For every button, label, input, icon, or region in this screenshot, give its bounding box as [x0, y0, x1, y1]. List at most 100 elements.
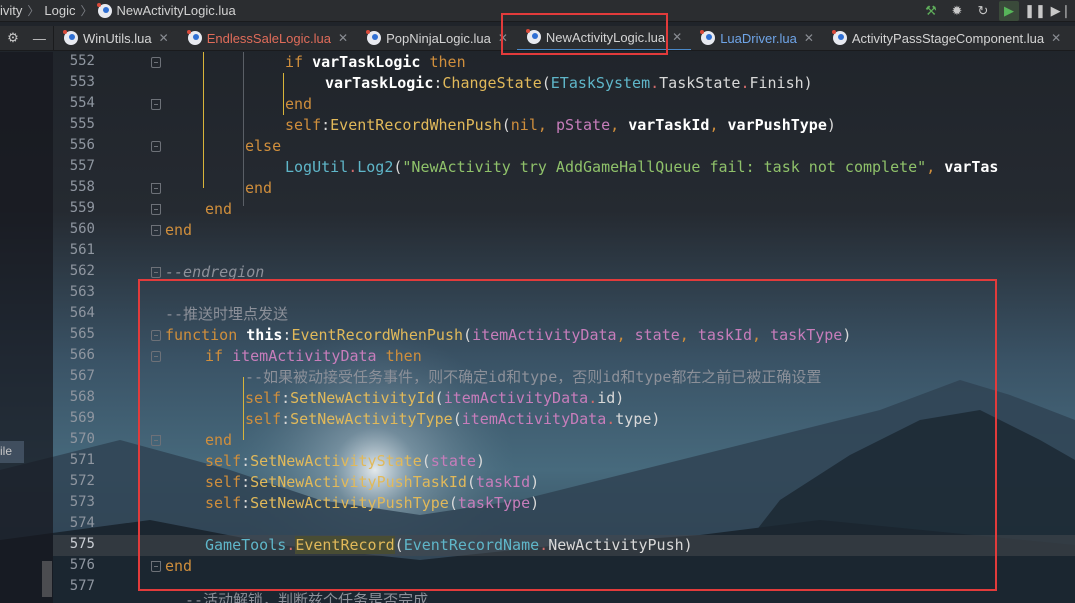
- minimize-icon[interactable]: —: [33, 31, 46, 46]
- token-field: TaskState: [659, 74, 741, 92]
- line-number: 572: [69, 473, 95, 489]
- breadcrumb-item-file[interactable]: NewActivityLogic.lua: [96, 2, 236, 18]
- tab-label: PopNinjaLogic.lua: [386, 30, 491, 46]
- breadcrumb-logic-label: Logic: [44, 3, 76, 18]
- tab-label: WinUtils.lua: [83, 30, 152, 46]
- code-line-554: end: [165, 94, 312, 115]
- token-comma: ,: [926, 158, 945, 176]
- token-punct: :: [321, 116, 331, 134]
- code-line-560: end: [165, 220, 192, 241]
- token-arg: varTaskId: [628, 116, 710, 134]
- token-function: ChangeState: [442, 74, 542, 92]
- breadcrumb-chevron-icon: 〉: [27, 4, 40, 18]
- close-icon[interactable]: ✕: [338, 31, 348, 45]
- left-tool-strip: [0, 52, 53, 603]
- token-variable: varTaskLogic: [312, 53, 421, 71]
- token-dot: .: [650, 74, 660, 92]
- tab-winutils[interactable]: WinUtils.lua ✕: [54, 26, 178, 50]
- fold-marker-icon[interactable]: [151, 57, 161, 68]
- line-number: 565: [69, 326, 95, 342]
- code-line-557: LogUtil.Log2("NewActivity try AddGameHal…: [165, 157, 998, 178]
- tab-label: EndlessSaleLogic.lua: [206, 30, 331, 46]
- line-number: 558: [69, 179, 95, 195]
- close-icon[interactable]: ✕: [1051, 31, 1061, 45]
- line-number: 568: [69, 389, 95, 405]
- line-number: 559: [69, 200, 95, 216]
- tab-popninjalogic[interactable]: PopNinjaLogic.lua ✕: [357, 26, 517, 50]
- token-self: self: [285, 116, 322, 134]
- fold-end-marker-icon[interactable]: [151, 267, 161, 278]
- line-number: 560: [69, 221, 95, 237]
- token-punct: (: [541, 74, 551, 92]
- token-punct: ): [803, 74, 813, 92]
- close-icon[interactable]: ✕: [804, 31, 814, 45]
- line-number: 562: [69, 263, 95, 279]
- token-keyword: end: [245, 179, 273, 197]
- breadcrumb-item-logic[interactable]: Logic: [44, 3, 75, 18]
- token-punct: ): [826, 116, 836, 134]
- token-keyword: end: [205, 200, 233, 218]
- token-keyword: end: [285, 95, 313, 113]
- line-number: 573: [69, 494, 95, 510]
- close-icon[interactable]: ✕: [159, 31, 169, 45]
- annotation-box-active-tab: [501, 13, 668, 55]
- line-number: 571: [69, 452, 95, 468]
- lua-file-icon: [831, 30, 847, 45]
- token-function: EventRecordWhenPush: [330, 116, 502, 134]
- line-number: 576: [69, 557, 95, 573]
- left-panel-scrollbar[interactable]: [42, 561, 52, 597]
- breadcrumb-chevron-icon: 〉: [80, 4, 93, 18]
- fold-marker-icon[interactable]: [151, 141, 161, 152]
- lua-file-icon: [186, 30, 202, 45]
- token-global: ETaskSystem: [550, 74, 651, 92]
- token-comment: --活动解锁，判断兹个任务是否完成: [185, 591, 429, 603]
- line-number: 552: [69, 53, 95, 69]
- line-number: 564: [69, 305, 95, 321]
- step-icon[interactable]: ▶❘: [1051, 1, 1072, 21]
- token-keyword: if: [285, 53, 304, 71]
- close-icon[interactable]: ✕: [672, 30, 682, 44]
- token-comma: ,: [537, 116, 556, 134]
- tab-label: ActivityPassStageComponent.lua: [851, 30, 1045, 46]
- code-line-555: self:EventRecordWhenPush(nil, pState, va…: [165, 115, 836, 136]
- token-arg: pState: [555, 116, 611, 134]
- token-keyword: end: [165, 221, 193, 239]
- fold-end-marker-icon[interactable]: [151, 225, 161, 236]
- tab-overflow[interactable]: A: [1070, 26, 1075, 50]
- line-number: 569: [69, 410, 95, 426]
- line-number: 577: [69, 578, 95, 594]
- code-line-559: end: [165, 199, 232, 220]
- left-panel-selected-label: ile: [0, 444, 13, 458]
- debug-icon[interactable]: ✹: [947, 1, 967, 21]
- attach-icon[interactable]: ↻: [973, 1, 993, 21]
- line-number: 563: [69, 284, 95, 300]
- run-icon[interactable]: ▶: [999, 1, 1019, 21]
- annotation-box-function: [138, 279, 997, 591]
- breadcrumb-file-label: NewActivityLogic.lua: [116, 3, 236, 18]
- run-toolbar: ⚒ ✹ ↻ ▶ ❚❚ ▶❘: [921, 0, 1071, 22]
- hammer-icon[interactable]: ⚒: [921, 1, 941, 21]
- gear-icon[interactable]: ⚙: [7, 30, 19, 46]
- line-number: 561: [69, 242, 95, 258]
- tab-endlesssalelogic[interactable]: EndlessSaleLogic.lua ✕: [178, 26, 357, 50]
- code-line-577: --活动解锁，判断兹个任务是否完成: [165, 590, 428, 603]
- token-keyword: then: [429, 53, 466, 71]
- token-keyword: else: [245, 137, 282, 155]
- token-arg: varPushType: [727, 116, 827, 134]
- line-gutter: 552 553 554 555 556 557 558 559 560 561 …: [53, 52, 161, 603]
- fold-end-marker-icon[interactable]: [151, 204, 161, 215]
- token-comma: ,: [610, 116, 629, 134]
- lua-file-icon: [700, 30, 716, 45]
- fold-end-marker-icon[interactable]: [151, 183, 161, 194]
- fold-end-marker-icon[interactable]: [151, 99, 161, 110]
- token-global: LogUtil: [285, 158, 349, 176]
- breadcrumb-item-parent[interactable]: ivity: [0, 3, 22, 18]
- tab-activitypassstagecomponent[interactable]: ActivityPassStageComponent.lua ✕: [823, 26, 1070, 50]
- pause-icon[interactable]: ❚❚: [1024, 1, 1046, 21]
- token-string: "NewActivity try AddGameHallQueue fail: …: [402, 158, 927, 176]
- lua-file-icon: [63, 30, 78, 45]
- line-number-current: 575: [69, 536, 95, 552]
- tab-luadriver[interactable]: LuaDriver.lua ✕: [691, 26, 823, 50]
- line-number: 554: [69, 95, 95, 111]
- token-function: Log2: [357, 158, 394, 176]
